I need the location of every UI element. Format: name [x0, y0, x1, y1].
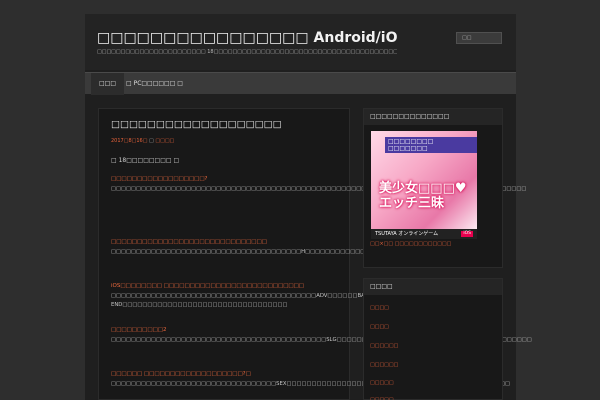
post-date[interactable]: 2017□8□16□: [111, 138, 147, 144]
category-item[interactable]: □□□□: [370, 305, 389, 311]
search-input[interactable]: □□: [456, 32, 502, 44]
ad-caption-link[interactable]: □□×□□ □□□□□□□□□□□□: [370, 241, 451, 247]
category-item[interactable]: □□□□□□: [370, 343, 398, 349]
widget-title: □□□□□□□□□□□□□□: [364, 109, 502, 125]
section-body: □□□□□□□□□□□□□□□□□□□□□□□□□□□□□□□□□□□□□□□□…: [111, 293, 369, 308]
section-heading-link[interactable]: iOS□□□□□□□□ □□□□□□□□□□□□□□□□□□□□□□□□□□□: [111, 283, 343, 289]
category-item[interactable]: □□□□: [370, 324, 389, 330]
post-section: □□□□□□ □□□□□□□□□□□□□□□□□□□?□ □□□□□□□□□□□…: [111, 371, 511, 389]
section-heading-link[interactable]: □□□□□□ □□□□□□□□□□□□□□□□□□□?□: [111, 371, 343, 377]
section-body: □□□□□□□□□□□□□□□□□□□□□□□□□□□□□□□□□SEX□□□□…: [111, 381, 511, 387]
post-section: □□□□□□□□□□2 □□□□□□□□□□□□□□□□□□□□□□□□□□□□…: [111, 327, 532, 345]
category-item[interactable]: □□□□□□: [370, 362, 398, 368]
widget-title: □□□□: [364, 279, 502, 295]
section-body: □□□□□□□□□□□□□□□□□□□□□□□□□□□□□□□□□□□□□□□□…: [111, 337, 532, 343]
ad-widget: □□□□□□□□□□□□□□ □□□□□□□□ □□□□□□□ 美少女□□□♥ …: [363, 108, 503, 268]
category-item[interactable]: □□□□□: [370, 380, 394, 386]
post-section: □□□□□□□□□□□□□□□□□□? □□□□□□□□□□□□□□□□□□□□…: [111, 176, 527, 194]
banner-main-text: 美少女□□□♥ エッチ三昧: [379, 181, 467, 211]
category-widget: □□□□ □□□□ □□□□ □□□□□□ □□□□□□ □□□□□ □□□□□: [363, 278, 503, 400]
section-body: □□□□□□□□□□□□□□□□□□□□□□□□□□□□□□□□□□□□□□H□…: [111, 249, 498, 255]
site-title[interactable]: □□□□□□□□□□□□□□□□ Android/iOS: [97, 30, 397, 46]
post-author[interactable]: □□□□: [155, 138, 174, 144]
section-body: □□□□□□□□□□□□□□□□□□□□□□□□□□□□□□□□□□□□□□□□…: [111, 186, 527, 192]
page-wrapper: □□□□□□□□□□□□□□□□ Android/iOS □□□□□□□□□□□…: [85, 14, 532, 400]
game-banner-image[interactable]: □□□□□□□□ □□□□□□□ 美少女□□□♥ エッチ三昧 TSUTAYA オ…: [371, 131, 477, 239]
post-meta: 2017□8□16□ □ □□□□: [111, 138, 174, 144]
main-nav: □□□ □ PC□□□□□□ □: [85, 72, 516, 95]
site-description: □□□□□□□□□□□□□□□□□□□□□□□ 18□□□□□□□□□□□□□□…: [97, 49, 397, 55]
post-title[interactable]: □□□□□□□□□□□□□□□□□□□: [111, 119, 282, 130]
section-heading-link[interactable]: □□□□□□□□□□2: [111, 327, 343, 333]
post-article: □□□□□□□□□□□□□□□□□□□ 2017□8□16□ □ □□□□ □ …: [98, 108, 532, 400]
section-heading-link[interactable]: □□□□□□□□□□□□□□□□□□?: [111, 176, 343, 182]
banner-footer: TSUTAYA オンラインゲーム iOS: [371, 229, 477, 239]
banner-footer-text: TSUTAYA オンラインゲーム: [375, 231, 439, 237]
banner-top-text: □□□□□□□□ □□□□□□□: [385, 137, 477, 153]
site-header: □□□□□□□□□□□□□□□□ Android/iOS □□□□□□□□□□□…: [85, 14, 516, 70]
nav-item-pc[interactable]: □ PC□□□□□□ □: [118, 73, 191, 95]
age-rating: □ 18□□□□□□□□ □: [111, 157, 180, 164]
ios-badge: iOS: [461, 231, 473, 237]
post-section: iOS□□□□□□□□ □□□□□□□□□□□□□□□□□□□□□□□□□□□ …: [111, 283, 369, 310]
post-section: □□□□□□□□□□□□□□□□□□□□□□□□□□□□□□ □□□□□□□□□…: [111, 239, 498, 257]
section-heading-link[interactable]: □□□□□□□□□□□□□□□□□□□□□□□□□□□□□□: [111, 239, 343, 245]
